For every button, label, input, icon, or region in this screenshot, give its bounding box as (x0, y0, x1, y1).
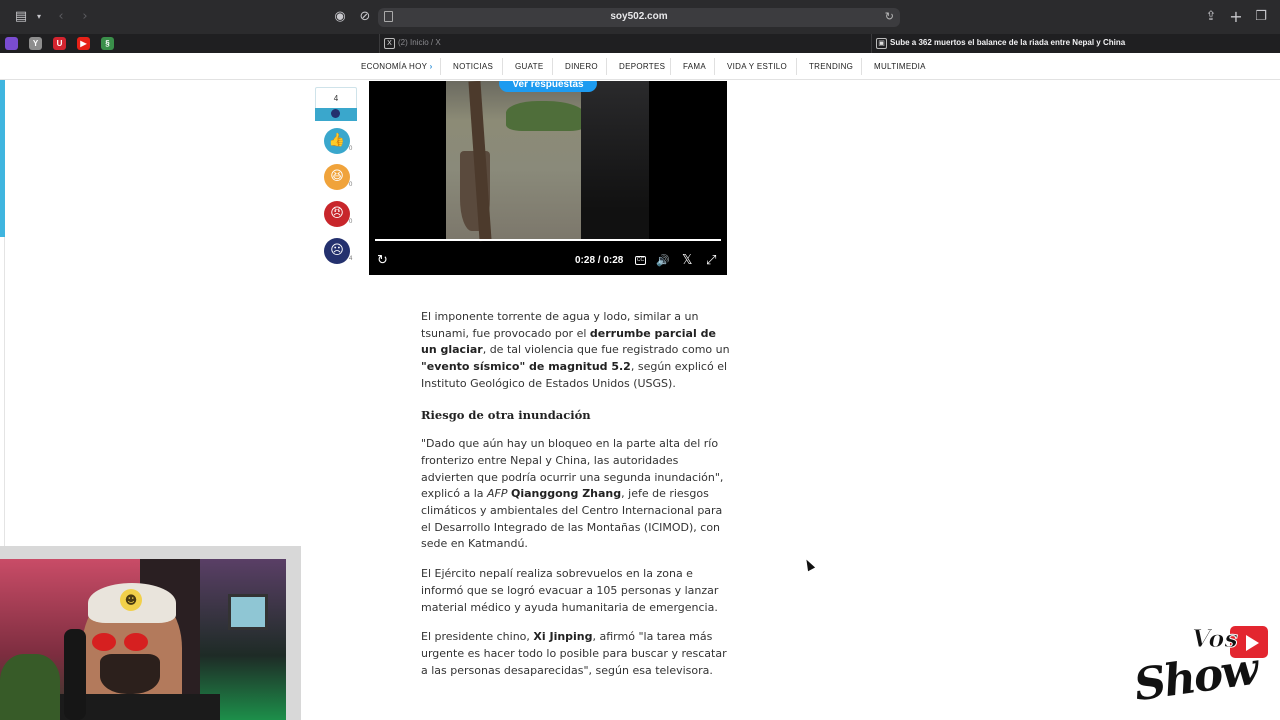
page-favicon-icon: ▣ (876, 38, 887, 49)
new-tab-icon[interactable]: + (1227, 8, 1245, 26)
glasses-lens (124, 633, 148, 651)
fullscreen-icon[interactable]: ⤢ (706, 252, 716, 270)
nav-divider (502, 58, 503, 75)
reaction-count: 0 (349, 182, 353, 188)
bold-text: Qianggong Zhang (510, 487, 622, 501)
nav-multimedia[interactable]: MULTIMEDIA (874, 62, 926, 71)
reactions-total: 4 (333, 94, 339, 103)
left-accent-bar (0, 80, 5, 237)
tab-soy502-article[interactable]: ▣ Sube a 362 muertos el balance de la ri… (871, 34, 1280, 53)
nav-economia-hoy[interactable]: ECONOMÍA HOY › (361, 62, 433, 71)
microphone-icon (64, 629, 86, 720)
channel-logo: Vos Show (1131, 624, 1270, 716)
sidebar-icon[interactable]: ▤ (12, 8, 30, 26)
replay-icon[interactable]: ↻ (377, 252, 388, 270)
nav-deportes[interactable]: DEPORTES (619, 62, 665, 71)
video-frame (446, 81, 649, 242)
mouse-cursor-icon (802, 557, 816, 572)
angry-reaction-icon[interactable]: 😠 (324, 201, 350, 227)
tab-label: (2) Inicio / X (398, 38, 441, 47)
laugh-reaction-icon[interactable]: 😆 (324, 164, 350, 190)
nav-trending[interactable]: TRENDING (809, 62, 853, 71)
tab-x-inicio[interactable]: X (2) Inicio / X (379, 34, 699, 53)
reactions-total-bar (315, 108, 357, 121)
bold-text: "evento sísmico" de magnitud 5.2 (421, 360, 631, 374)
text: , de tal violencia que fue registrado co… (482, 343, 730, 357)
sidebar-menu-chevron-icon[interactable]: ▾ (30, 8, 48, 26)
nav-divider (670, 58, 671, 75)
article-body: El imponente torrente de agua y lodo, si… (421, 309, 731, 692)
smiley-icon: ☻ (120, 589, 142, 611)
pinned-tab-y-icon[interactable]: Y (29, 37, 42, 50)
webcam-beard (100, 654, 160, 694)
article-paragraph: El Ejército nepalí realiza sobrevuelos e… (421, 567, 719, 614)
video-controls: ↻ 0:28 / 0:28 CC 🔊 𝕏 ⤢ (369, 249, 727, 275)
sad-reaction-icon[interactable]: ☹ (324, 238, 350, 264)
captions-icon[interactable]: CC (635, 256, 646, 265)
article-paragraph: El presidente chino, Xi Jinping, afirmó … (421, 629, 731, 679)
share-icon[interactable]: ⇪ (1202, 8, 1220, 26)
video-progress-bar[interactable] (375, 239, 721, 241)
nav-dinero[interactable]: DINERO (565, 62, 598, 71)
sad-mini-icon (331, 109, 340, 118)
reaction-count: 0 (349, 219, 353, 225)
glasses-lens (92, 633, 116, 651)
italic-text: AFP (486, 487, 508, 501)
pinned-tab-youtube-icon[interactable]: ▶ (77, 37, 90, 50)
x-logo-icon[interactable]: 𝕏 (682, 252, 692, 270)
reaction-count: 4 (349, 256, 353, 262)
ver-respuestas-button[interactable]: Ver respuestas (499, 81, 597, 92)
back-icon[interactable]: ‹ (52, 8, 70, 26)
webcam-chair (0, 654, 60, 720)
reload-icon[interactable]: ↻ (885, 10, 894, 23)
tabs-overview-icon[interactable]: ❐ (1252, 8, 1270, 26)
browser-toolbar: ▤ ▾ ‹ › ◉ ⊘ soy502.com ↻ ⇪ + ❐ (0, 0, 1280, 34)
section-heading: Riesgo de otra inundación (421, 407, 591, 422)
pinned-tab-u-icon[interactable]: U (53, 37, 66, 50)
article-paragraph: El imponente torrente de agua y lodo, si… (421, 309, 731, 393)
video-boot (581, 81, 649, 241)
logo-line-2: Show (1131, 643, 1260, 712)
nav-divider (796, 58, 797, 75)
nav-label: ECONOMÍA HOY (361, 62, 428, 71)
text: El presidente chino, (421, 630, 534, 644)
reaction-count: 0 (349, 146, 353, 152)
left-divider (4, 237, 5, 547)
pinned-tab-green-icon[interactable]: § (101, 37, 114, 50)
webcam-overlay: ☻ (0, 559, 286, 720)
tab-label: Sube a 362 muertos el balance de la riad… (890, 38, 1126, 47)
article-paragraph: "Dado que aún hay un bloqueo en la parte… (421, 436, 731, 553)
pinned-tab-podcast-icon[interactable] (5, 37, 18, 50)
webcam-monitor (228, 594, 268, 630)
volume-icon[interactable]: 🔊 (656, 252, 670, 270)
address-bar[interactable]: soy502.com ↻ (378, 8, 900, 27)
tab-strip: Y U ▶ § X (2) Inicio / X ▣ Sube a 362 muert… (0, 34, 1280, 53)
video-time: 0:28 / 0:28 (575, 255, 624, 266)
chevron-right-icon: › (429, 62, 433, 71)
like-reaction-icon[interactable]: 👍 (324, 128, 350, 154)
forward-icon[interactable]: › (76, 8, 94, 26)
bold-text: Xi Jinping (533, 630, 593, 644)
nav-divider (606, 58, 607, 75)
nav-divider (440, 58, 441, 75)
embedded-video[interactable]: Ver respuestas ↻ 0:28 / 0:28 CC 🔊 𝕏 ⤢ (369, 81, 727, 275)
nav-vida-y-estilo[interactable]: VIDA Y ESTILO (727, 62, 787, 71)
webcam-glasses (84, 633, 154, 651)
compass-icon[interactable]: ⊘ (356, 8, 374, 26)
nav-divider (861, 58, 862, 75)
nav-guate[interactable]: GUATE (515, 62, 543, 71)
nav-divider (552, 58, 553, 75)
nav-divider (714, 58, 715, 75)
shield-icon[interactable]: ◉ (331, 8, 349, 26)
nav-noticias[interactable]: NOTICIAS (453, 62, 493, 71)
x-favicon-icon: X (384, 38, 395, 49)
video-trees (506, 101, 586, 131)
site-nav: ECONOMÍA HOY › NOTICIAS GUATE DINERO DEP… (0, 53, 1280, 80)
nav-fama[interactable]: FAMA (683, 62, 706, 71)
reactions-total-box: 4 (315, 87, 357, 121)
address-url: soy502.com (610, 11, 668, 22)
